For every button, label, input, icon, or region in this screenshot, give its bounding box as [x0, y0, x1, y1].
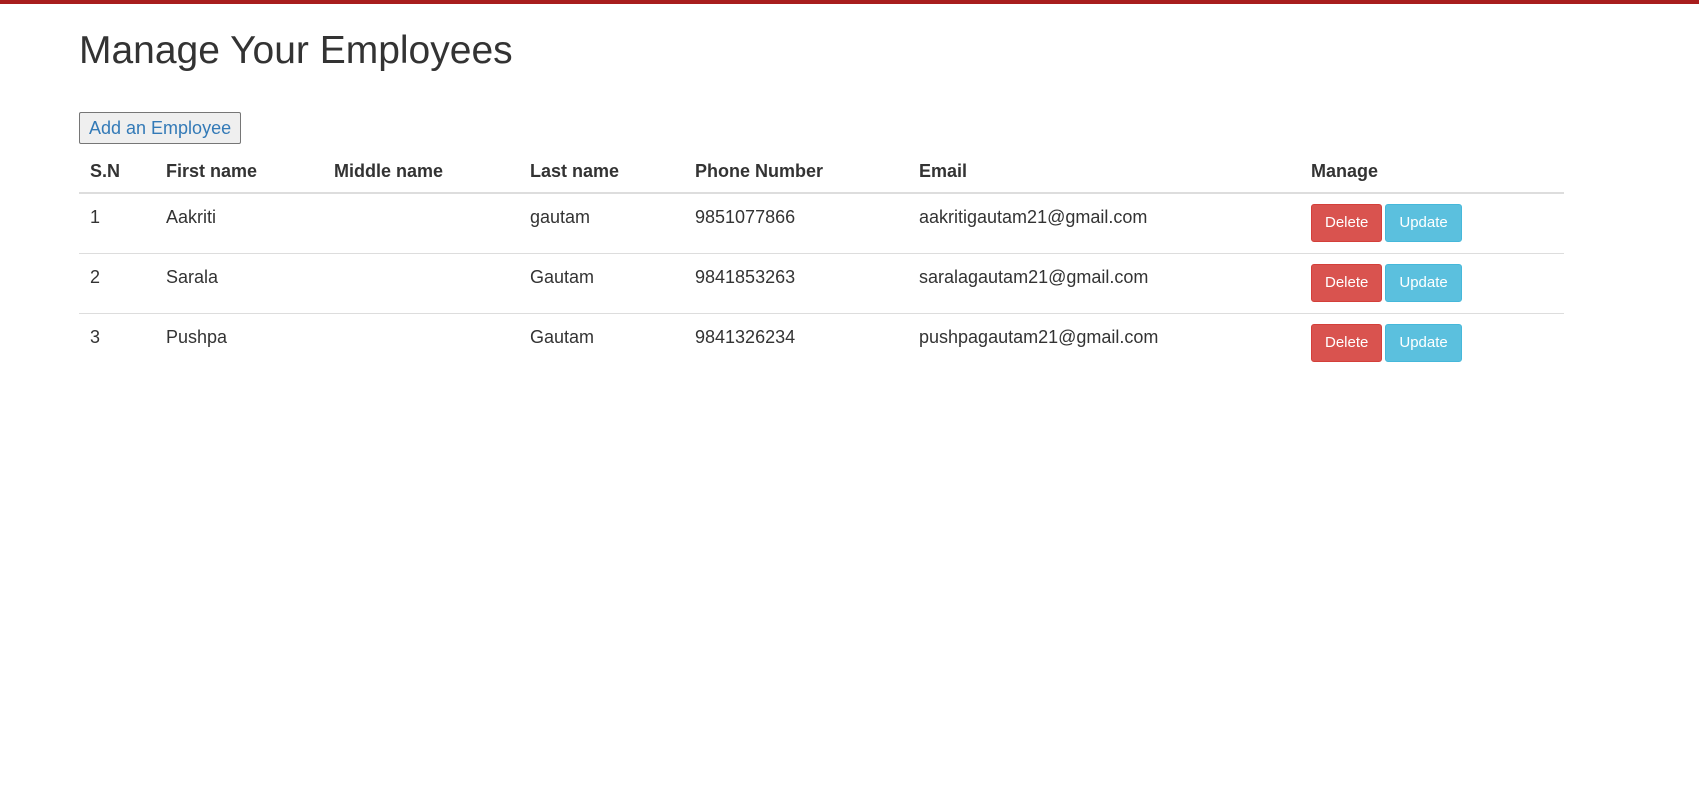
page-title: Manage Your Employees: [79, 29, 513, 72]
table-header-row: S.N First name Middle name Last name Pho…: [79, 150, 1564, 194]
column-header-last-name: Last name: [519, 150, 684, 194]
employee-table: S.N First name Middle name Last name Pho…: [79, 150, 1564, 373]
cell-manage: Delete Update: [1300, 193, 1564, 254]
column-header-email: Email: [908, 150, 1300, 194]
column-header-sn: S.N: [79, 150, 155, 194]
cell-sn: 2: [79, 253, 155, 314]
cell-first-name: Pushpa: [166, 326, 228, 347]
delete-button[interactable]: Delete: [1311, 323, 1383, 362]
cell-first-name: Aakriti: [155, 193, 323, 254]
cell-phone: 9841326234: [695, 326, 796, 347]
cell-first-name: Sarala: [155, 253, 323, 314]
top-accent-bar: [0, 0, 1699, 4]
column-header-manage: Manage: [1300, 150, 1564, 194]
cell-phone: 9851077866: [684, 193, 908, 254]
cell-manage: Delete Update: [1300, 313, 1564, 373]
cell-middle-name: [323, 193, 519, 254]
table-row: 2 Sarala Gautam 9841853263 saralagautam2…: [79, 253, 1564, 314]
delete-button[interactable]: Delete: [1311, 263, 1383, 302]
cell-middle-name: [323, 253, 519, 314]
cell-email: pushpagautam21@gmail.com: [919, 326, 1159, 347]
column-header-phone: Phone Number: [684, 150, 908, 194]
cell-phone: 9841853263: [684, 253, 908, 314]
cell-manage: Delete Update: [1300, 253, 1564, 314]
cell-last-name: Gautam: [530, 326, 595, 347]
cell-email: saralagautam21@gmail.com: [908, 253, 1300, 314]
cell-sn: 3: [90, 326, 101, 347]
cell-last-name: Gautam: [519, 253, 684, 314]
update-button[interactable]: Update: [1385, 263, 1462, 302]
cell-last-name: gautam: [519, 193, 684, 254]
add-employee-button[interactable]: Add an Employee: [79, 112, 242, 144]
cell-email: aakritigautam21@gmail.com: [908, 193, 1300, 254]
table-row: 1 Aakriti gautam 9851077866 aakritigauta…: [79, 193, 1564, 254]
table-row: 3 Pushpa Gautam 9841326234 pushpagautam2…: [79, 313, 1564, 373]
delete-button[interactable]: Delete: [1311, 204, 1383, 242]
column-header-middle-name: Middle name: [323, 150, 519, 194]
cell-sn: 1: [79, 193, 155, 254]
update-button[interactable]: Update: [1385, 204, 1462, 242]
column-header-first-name: First name: [155, 150, 323, 194]
update-button[interactable]: Update: [1385, 323, 1462, 362]
cell-middle-name: [323, 313, 519, 373]
